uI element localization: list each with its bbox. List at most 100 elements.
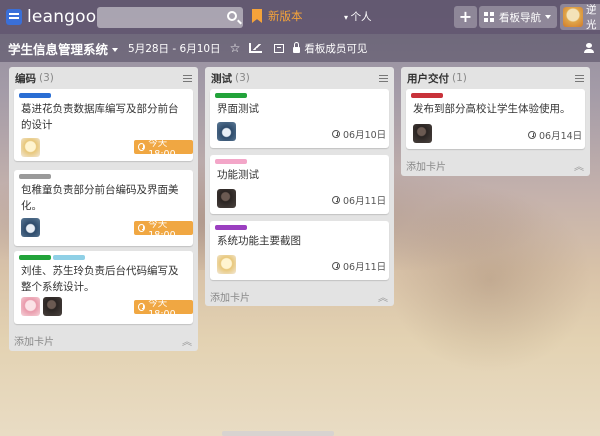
new-version-link[interactable]: 新版本 [252,8,303,24]
label-green [19,255,51,260]
collapse-icon[interactable] [182,333,192,348]
new-version-label: 新版本 [268,9,303,23]
list-name[interactable]: 编码 [15,71,36,86]
search-input[interactable] [97,7,243,28]
list-name[interactable]: 测试 [211,71,232,86]
avatar [563,7,583,27]
card-text: 葛进花负责数据库编写及部分前台的设计 [21,103,179,131]
due-badge: 今天18:00 [134,298,193,320]
bookmark-icon [252,9,262,23]
list-header: 测试 (3) [205,67,394,89]
list-coding: 编码 (3) 葛进花负责数据库编写及部分前台的设计 今天18:00 包稚童负责部… [9,67,198,351]
avatar [217,189,236,208]
avatar [43,297,62,316]
due-text: 今天18:00 [148,297,176,320]
logo[interactable]: leangoo [6,7,96,27]
add-button[interactable]: + [454,6,477,28]
board-title[interactable]: 学生信息管理系统 [8,39,119,58]
board-header: 学生信息管理系统 5月28日 - 6月10日 ☆ 看板成员可见 [0,34,600,62]
label-blue [19,93,51,98]
due-badge: 今天18:00 [134,138,193,160]
background-blur [380,180,600,380]
horizontal-scrollbar[interactable] [222,431,334,436]
board-nav-label: 看板导航 [499,11,541,24]
due-text: 06月11日 [343,196,387,207]
due-date: 06月14日 [528,128,582,142]
due-text: 今天18:00 [148,218,176,241]
logo-text: leangoo [27,7,97,27]
due-text: 今天18:00 [148,137,176,160]
clock-icon [332,130,340,138]
list-header: 编码 (3) [9,67,198,89]
grid-icon [484,12,494,22]
card-labels [411,93,445,98]
card-labels [215,159,249,164]
avatar [217,122,236,141]
list-header: 用户交付 (1) [401,67,590,89]
list-testing: 测试 (3) 界面测试 06月10日 功能测试 06月11日 系统功能主要截图 … [205,67,394,306]
avatar [21,297,40,316]
board-title-text: 学生信息管理系统 [8,41,109,57]
label-gray [19,174,51,179]
avatar [21,138,40,157]
search-icon[interactable] [227,11,237,21]
card-labels [19,255,87,260]
card-text: 发布到部分高校让学生体验使用。 [413,103,571,115]
top-bar: leangoo 新版本 ▾ 个人 + 看板导航 逆光 [0,0,600,34]
chart-icon[interactable] [249,43,263,53]
card[interactable]: 发布到部分高校让学生体验使用。 06月14日 [406,89,585,149]
card[interactable]: 界面测试 06月10日 [210,89,389,148]
visibility-label[interactable]: 看板成员可见 [304,41,367,56]
collapse-icon[interactable] [378,289,388,304]
card[interactable]: 系统功能主要截图 06月11日 [210,221,389,280]
list-count: (1) [452,72,467,84]
clock-icon [332,196,340,204]
card-labels [19,93,53,98]
add-card-link[interactable]: 添加卡片 [210,289,250,304]
menu-icon[interactable] [379,75,388,82]
due-text: 06月11日 [343,262,387,273]
clock-icon [138,224,146,232]
star-icon[interactable]: ☆ [230,41,241,55]
personal-label: 个人 [350,11,372,23]
clock-icon [528,131,536,139]
avatar [217,255,236,274]
due-badge: 今天18:00 [134,219,193,241]
collapse-icon[interactable] [574,158,584,173]
label-pink [215,159,247,164]
menu-icon[interactable] [183,75,192,82]
menu-icon[interactable] [575,75,584,82]
clock-icon [332,262,340,270]
due-date: 06月11日 [332,259,386,273]
add-card-link[interactable]: 添加卡片 [14,333,54,348]
date-range[interactable]: 5月28日 - 6月10日 [128,41,221,56]
avatar [21,218,40,237]
clock-icon [138,143,146,151]
list-delivery: 用户交付 (1) 发布到部分高校让学生体验使用。 06月14日 添加卡片 [401,67,590,176]
card-labels [19,174,53,179]
archive-icon[interactable] [274,43,285,53]
personal-menu[interactable]: ▾ 个人 [344,9,372,24]
list-name[interactable]: 用户交付 [407,71,449,86]
card-labels [215,225,249,230]
board-nav-button[interactable]: 看板导航 [479,6,557,28]
card[interactable]: 葛进花负责数据库编写及部分前台的设计 今天18:00 [14,89,193,161]
add-card-link[interactable]: 添加卡片 [406,158,446,173]
label-red [411,93,443,98]
label-light-blue [53,255,85,260]
person-icon[interactable] [584,43,594,53]
card[interactable]: 功能测试 06月11日 [210,155,389,214]
label-green [215,93,247,98]
caret-down-icon [545,15,551,19]
lock-icon [293,41,301,53]
card[interactable]: 刘佳、苏生玲负责后台代码编写及整个系统设计。 今天18:00 [14,251,193,324]
user-menu[interactable]: 逆光 [560,4,600,30]
card-text: 功能测试 [217,169,259,181]
clock-icon [138,303,146,311]
card-text: 系统功能主要截图 [217,235,301,247]
card[interactable]: 包稚童负责部分前台编码及界面美化。 今天18:00 [14,170,193,246]
due-text: 06月10日 [343,130,387,141]
list-count: (3) [235,72,250,84]
user-name: 逆光 [586,4,597,30]
due-date: 06月10日 [332,127,386,141]
